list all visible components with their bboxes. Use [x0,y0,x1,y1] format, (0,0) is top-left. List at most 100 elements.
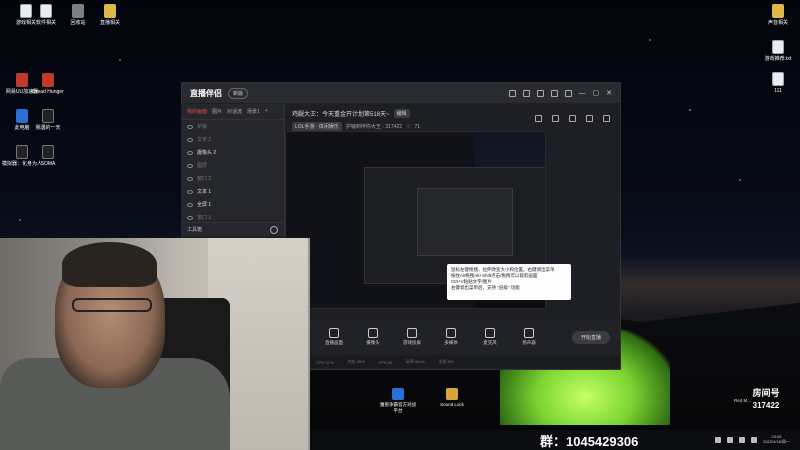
edit-tag[interactable]: 编辑 [393,109,410,118]
screen-icon [329,328,339,338]
game-icon [42,145,54,159]
status-bar: CPU 21% 内存 45% FPS 60 码率 0kb/s 丢帧 0% [310,356,620,368]
preview-tooltip: 鼠标左键拖拽，拉伸改变大小和位置。右键调出菜单 按住Alt拖拽Alt+Shift… [447,264,571,300]
like-icon: ♡ [406,123,411,130]
like-count: 71 [414,123,421,130]
title-bar: 直播伴侣 新版 — ▢ ✕ [182,83,620,103]
bell-icon[interactable] [586,115,593,122]
tab-my-scene[interactable]: 我的画面 [187,108,207,115]
version-pill[interactable]: 新版 [228,87,249,99]
mic-button[interactable]: 麦克风 [476,328,504,346]
speaker-button[interactable]: 扬声器 [515,328,543,346]
text-file-icon [772,40,784,54]
settings-icon[interactable] [550,89,558,97]
add-camera-button[interactable]: 摄像头 [359,328,387,346]
folder-icon [772,4,784,18]
clock[interactable]: 23:06 2022/4/18/周一 [763,434,790,445]
webcam-overlay [0,238,310,450]
game-icon [42,109,54,123]
source-row[interactable]: 图层 [181,159,284,172]
recycle-bin-icon [72,4,84,18]
system-tray: 23:06 2022/4/18/周一 [715,434,790,445]
document-icon [772,72,784,86]
taskbar: 群：1045429306 23:06 2022/4/18/周一 [310,430,800,450]
room-title: 鸡腿大王：今天重金开计划第518天~ [292,112,390,118]
source-row[interactable]: 全屏 1 [181,198,284,211]
desktop-icon-game-day[interactable]: 我遇的一天 [26,109,70,131]
scene-source-panel: 我的画面 图片 对话流 场景1 + 护输 文字 2 摄像头 2 图层 窗口 2 … [181,104,285,236]
eye-icon[interactable] [187,189,193,194]
network-icon[interactable] [727,437,734,443]
status-item: 丢帧 0% [438,359,454,364]
source-row[interactable]: 文本 1 [181,185,284,198]
chevron-up-icon[interactable] [715,437,722,443]
eye-icon[interactable] [187,124,193,129]
folder-icon [104,4,116,18]
scene-footer: 工具箱 [181,222,284,236]
status-item: CPU 21% [316,359,334,365]
desktop-icon-dread-hunger[interactable]: Dread Hunger [26,73,70,95]
skin-icon[interactable] [564,89,572,97]
add-screen-button[interactable]: 直播画面 [320,328,348,346]
status-item: 码率 0kb/s [406,359,425,364]
tab-scene1[interactable]: 场景1 [247,108,260,115]
trash-icon[interactable] [535,115,542,122]
speaker-icon [524,328,534,338]
message-icon[interactable] [522,89,530,97]
room-number: 317422 [752,401,780,410]
eye-icon[interactable] [187,176,193,181]
scene-tabs: 我的画面 图片 对话流 场景1 + [181,104,284,120]
tab-images[interactable]: 图片 [212,108,222,115]
source-row[interactable]: 摄像头 2 [181,146,284,159]
desktop-icon-sound-lock[interactable]: Sound Lock [432,388,472,414]
maximize-icon[interactable]: ▢ [593,89,600,97]
desktop-icon-sound-folder[interactable]: 声音相关 [756,4,800,26]
category-tag[interactable]: LOL手游 · 体闲娱乐 [292,122,342,131]
source-row[interactable]: 窗口 2 [181,172,284,185]
eye-icon[interactable] [187,202,193,207]
source-row[interactable]: 护输 [181,120,284,133]
media-icon [446,328,456,338]
chart-icon[interactable] [569,115,576,122]
room-badge: 房间号 317422 [740,386,792,424]
source-toolbar: 直播画面 摄像头 游戏投屏 多媒体 麦克风 扬声器 开始直播 [310,320,620,354]
desktop-icon-111[interactable]: 111 [756,72,800,94]
volume-icon[interactable] [739,437,746,443]
desktop-icon-warcraft[interactable]: 魔兽争霸官方对战平台 [378,388,418,414]
desktop-icon-live-folder[interactable]: 直播相关 [88,4,132,26]
desktop-icon-game-recommend-txt[interactable]: 游戏推荐.txt [756,40,800,62]
gift-icon[interactable] [536,89,544,97]
bag-icon[interactable] [552,115,559,122]
source-row[interactable]: 文字 2 [181,133,284,146]
avatar-icon[interactable] [508,89,516,97]
camera-icon [368,328,378,338]
room-info-text: 护输到伴你大王 · 317422 [345,124,403,130]
tab-dialog[interactable]: 对话流 [227,108,242,115]
toolbox-label[interactable]: 工具箱 [187,226,202,233]
input-method-icon[interactable] [751,437,758,443]
webcam-hair [62,242,157,287]
eye-icon[interactable] [187,163,193,168]
eye-icon[interactable] [187,137,193,142]
add-tab-icon[interactable]: + [265,108,268,115]
nested-preview-inner [417,188,513,256]
desktop-icon-soma[interactable]: SOMA [26,145,70,167]
webcam-glasses [72,298,152,312]
add-cast-button[interactable]: 游戏投屏 [398,328,426,346]
close-icon[interactable]: ✕ [606,89,612,97]
title-actions: — ▢ ✕ [508,89,612,97]
minimize-icon[interactable]: — [579,90,586,97]
start-live-button[interactable]: 开始直播 [571,330,610,344]
game-icon [42,73,54,87]
share-icon[interactable] [603,115,610,122]
status-item: 内存 45% [347,359,365,364]
add-media-button[interactable]: 多媒体 [437,328,465,346]
qq-group-label: 群：1045429306 [540,433,639,449]
document-icon [40,4,52,18]
add-source-icon[interactable] [270,225,278,234]
eye-icon[interactable] [187,215,193,220]
cast-icon [407,328,417,338]
status-item: FPS 60 [378,359,393,365]
eye-icon[interactable] [187,150,193,155]
bottom-desktop-icons: 魔兽争霸官方对战平台 Sound Lock [378,388,472,414]
